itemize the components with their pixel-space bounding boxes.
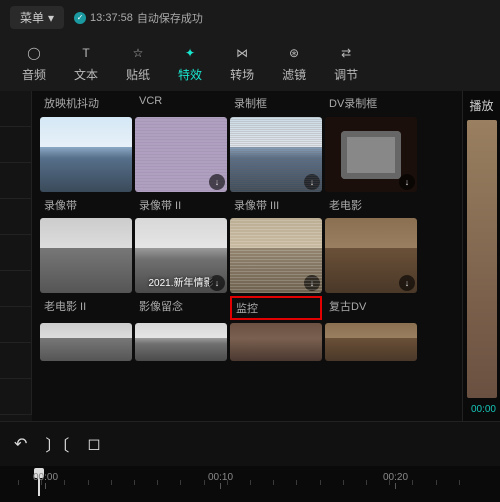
effect-thumbnail[interactable]: ↓ xyxy=(230,117,322,192)
status-time: 13:37:58 xyxy=(90,12,133,24)
effect-thumbnail[interactable] xyxy=(135,323,227,361)
sidebar-item[interactable] xyxy=(0,379,32,415)
preview-thumbnail[interactable] xyxy=(467,120,497,398)
sidebar-item[interactable] xyxy=(0,271,32,307)
effect-thumbnail[interactable] xyxy=(40,117,132,192)
filter-icon: ⊛ xyxy=(284,43,304,63)
effect-item[interactable]: ↓ 录像带 II xyxy=(135,117,227,215)
timeline-toolbar: ↶ 〕〔 ◻ xyxy=(0,421,500,466)
effect-thumbnail[interactable]: ↓ xyxy=(230,218,322,293)
header-label: DV录制框 xyxy=(325,95,417,111)
effect-thumbnail[interactable]: ↓ xyxy=(325,218,417,293)
effect-item[interactable] xyxy=(325,323,417,361)
effect-item[interactable]: 老电影 II xyxy=(40,218,132,320)
download-icon[interactable]: ↓ xyxy=(304,275,320,291)
effect-item[interactable] xyxy=(40,323,132,361)
sidebar-item[interactable] xyxy=(0,235,32,271)
timeline[interactable]: 00:00 00:10 00:20 xyxy=(0,466,500,502)
effect-item[interactable]: 2021.新年情影↓ 影像留念 xyxy=(135,218,227,320)
effect-thumbnail[interactable]: ↓ xyxy=(135,117,227,192)
chevron-down-icon: ▾ xyxy=(48,11,54,25)
effect-item[interactable] xyxy=(135,323,227,361)
effect-label: 老电影 II xyxy=(40,296,132,316)
effect-item[interactable] xyxy=(230,323,322,361)
effect-label: 录像带 II xyxy=(135,195,227,215)
header-label: 放映机抖动 xyxy=(40,95,132,111)
sidebar-item[interactable] xyxy=(0,343,32,379)
crop-icon[interactable]: ◻ xyxy=(87,434,100,454)
download-icon[interactable]: ↓ xyxy=(209,174,225,190)
topbar: 菜单 ▾ ✓ 13:37:58 自动保存成功 xyxy=(0,0,500,35)
tab-effects[interactable]: ✦特效 xyxy=(164,35,216,91)
preview-panel: 播放 00:00 xyxy=(462,91,500,421)
header-labels: 放映机抖动 VCR 录制框 DV录制框 xyxy=(40,95,454,111)
effect-thumbnail[interactable]: ↓ xyxy=(325,117,417,192)
sticker-icon: ☆ xyxy=(128,43,148,63)
transition-icon: ⋈ xyxy=(232,43,252,63)
sidebar-item[interactable] xyxy=(0,199,32,235)
effect-label: 监控 xyxy=(230,296,322,320)
effect-label: 老电影 xyxy=(325,195,417,215)
download-icon[interactable]: ↓ xyxy=(209,275,225,291)
effect-label: 影像留念 xyxy=(135,296,227,316)
category-tabs: ◯音频 T文本 ☆贴纸 ✦特效 ⋈转场 ⊛滤镜 ⇄调节 xyxy=(0,35,500,91)
sidebar-item[interactable] xyxy=(0,127,32,163)
tab-filter[interactable]: ⊛滤镜 xyxy=(268,35,320,91)
download-icon[interactable]: ↓ xyxy=(399,275,415,291)
effect-label: 复古DV xyxy=(325,296,417,316)
effect-thumbnail[interactable]: 2021.新年情影↓ xyxy=(135,218,227,293)
download-icon[interactable]: ↓ xyxy=(304,174,320,190)
sidebar-item[interactable] xyxy=(0,91,32,127)
sidebar xyxy=(0,91,32,421)
effect-item[interactable]: ↓ 老电影 xyxy=(325,117,417,215)
effect-item[interactable]: ↓ 录像带 III xyxy=(230,117,322,215)
preview-timecode: 00:00 xyxy=(471,404,496,415)
tab-adjust[interactable]: ⇄调节 xyxy=(320,35,372,91)
adjust-icon: ⇄ xyxy=(336,43,356,63)
download-icon[interactable]: ↓ xyxy=(399,174,415,190)
sidebar-item[interactable] xyxy=(0,163,32,199)
effect-item[interactable]: ↓ 复古DV xyxy=(325,218,417,320)
autosave-status: ✓ 13:37:58 自动保存成功 xyxy=(74,10,203,26)
effects-icon: ✦ xyxy=(180,43,200,63)
effect-thumbnail[interactable] xyxy=(40,323,132,361)
audio-icon: ◯ xyxy=(24,43,44,63)
header-label: 录制框 xyxy=(230,95,322,111)
effect-item[interactable]: 录像带 xyxy=(40,117,132,215)
preview-label: 播放 xyxy=(469,97,493,114)
effect-label: 录像带 xyxy=(40,195,132,215)
effect-thumbnail[interactable] xyxy=(40,218,132,293)
tab-transition[interactable]: ⋈转场 xyxy=(216,35,268,91)
effect-label: 录像带 III xyxy=(230,195,322,215)
tab-sticker[interactable]: ☆贴纸 xyxy=(112,35,164,91)
effect-item[interactable]: ↓ 监控 xyxy=(230,218,322,320)
check-icon: ✓ xyxy=(74,12,86,24)
split-icon[interactable]: 〕〔 xyxy=(45,432,69,456)
undo-icon[interactable]: ↶ xyxy=(14,434,27,454)
sidebar-item[interactable] xyxy=(0,307,32,343)
tab-text[interactable]: T文本 xyxy=(60,35,112,91)
header-label: VCR xyxy=(135,95,227,111)
menu-label: 菜单 xyxy=(20,9,44,26)
text-icon: T xyxy=(76,43,96,63)
menu-button[interactable]: 菜单 ▾ xyxy=(10,6,64,29)
effect-thumbnail[interactable] xyxy=(230,323,322,361)
status-text: 自动保存成功 xyxy=(137,10,203,26)
effects-gallery: 放映机抖动 VCR 录制框 DV录制框 录像带 ↓ 录像带 II ↓ 录像带 III ↓ 老… xyxy=(32,91,462,421)
tab-audio[interactable]: ◯音频 xyxy=(8,35,60,91)
effect-thumbnail[interactable] xyxy=(325,323,417,361)
